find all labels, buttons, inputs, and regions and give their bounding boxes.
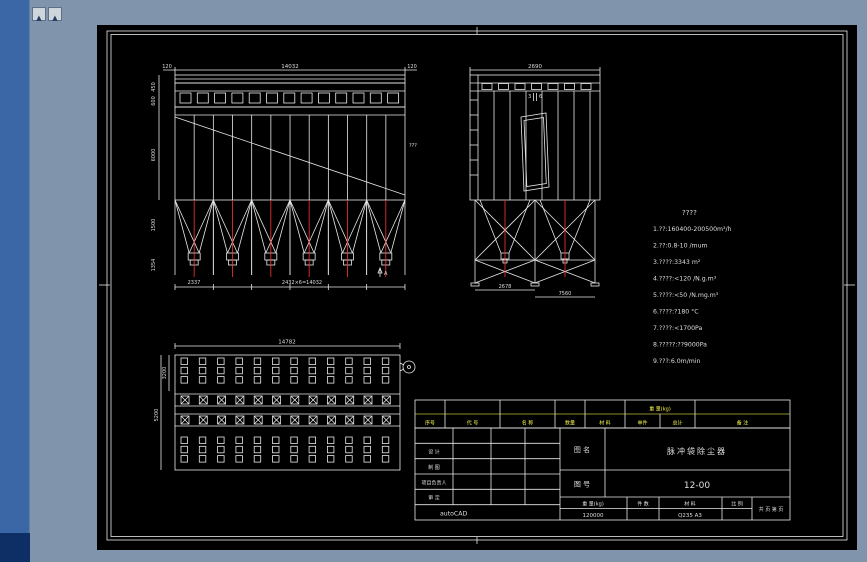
valve-grid-bottom bbox=[180, 436, 390, 463]
dim-label: 5200 bbox=[154, 409, 160, 422]
manifold-strip-2 bbox=[180, 415, 391, 425]
pulse-header-row bbox=[481, 83, 592, 90]
plan-view: 14782 3200 5200 bbox=[154, 340, 416, 471]
dim-label: 6000 bbox=[151, 149, 157, 162]
bom-header: 序号 bbox=[425, 420, 435, 427]
bom-header: 备 注 bbox=[737, 420, 749, 427]
spec-line: 1.??:160400-200500m³/h bbox=[653, 226, 732, 233]
spec-line: 3.????:3343 m² bbox=[653, 259, 701, 266]
spec-line: 7.????:<1700Pa bbox=[653, 325, 703, 332]
dim-label: 2432×6=14032 bbox=[282, 280, 322, 286]
side-elevation-view: 2690 3 6 2678 7560 bbox=[469, 64, 601, 298]
weight-value: 120000 bbox=[583, 513, 604, 519]
bom-header: 数量 bbox=[565, 420, 575, 427]
spec-notes: ???? 1.??:160400-200500m³/h 2.??:0.8-10 … bbox=[653, 209, 732, 365]
manifold-strip-1 bbox=[180, 395, 391, 405]
spec-line: 4.????:<120 /N.g.m³ bbox=[653, 276, 717, 283]
compartment-lines bbox=[193, 115, 387, 200]
app-icon-2[interactable] bbox=[48, 7, 62, 21]
title-row-label: 项目负责人 bbox=[421, 479, 446, 486]
dim-label: 2690 bbox=[528, 64, 542, 70]
drawing-canvas[interactable]: 14032 120 120 450 600 6000 1500 1354 ???… bbox=[97, 25, 857, 550]
pulse-header-row bbox=[179, 92, 400, 104]
dim-label: 14782 bbox=[278, 340, 296, 346]
dim-label: ??? bbox=[409, 143, 417, 149]
balloon-label: 6 bbox=[539, 94, 542, 100]
title-row-label: 制 图 bbox=[428, 464, 440, 471]
spec-line: 2.??:0.8-10 /mum bbox=[653, 243, 708, 250]
front-elevation-view: 14032 120 120 450 600 6000 1500 1354 ???… bbox=[151, 64, 417, 290]
triangle-icon bbox=[36, 5, 41, 24]
sheet-frame bbox=[99, 27, 855, 544]
dim-label: 3200 bbox=[162, 367, 168, 380]
balloon-label: 3 bbox=[528, 94, 531, 100]
spec-line: 6.????:?180 °C bbox=[653, 308, 699, 316]
section-marker: A bbox=[384, 271, 388, 277]
dim-label: 120 bbox=[407, 64, 417, 70]
weight-label: 重 量(kg) bbox=[582, 501, 604, 508]
scale-label: 比 例 bbox=[731, 501, 743, 508]
triangle-icon bbox=[52, 5, 57, 24]
title-row-label: 设 计 bbox=[428, 449, 440, 456]
drawing-no-label: 图 号 bbox=[574, 481, 590, 489]
title-block: 设 计 制 图 项目负责人 审 定 autoCAD 图 名 脉冲袋除尘器 图 号… bbox=[414, 427, 791, 521]
bom-table: 重 量(kg) 序号 代 号 名 称 数量 材 料 单件 总计 备 注 bbox=[414, 399, 791, 429]
spec-line: 9.???:6.0m/min bbox=[653, 358, 701, 365]
material-label: 材 料 bbox=[684, 501, 696, 508]
bom-header: 材 料 bbox=[599, 420, 611, 427]
software-label: autoCAD bbox=[440, 511, 467, 518]
drawing-no-value: 12-00 bbox=[684, 481, 710, 491]
dim-label: 120 bbox=[162, 64, 172, 70]
spec-line: 8.?????:??9000Pa bbox=[653, 342, 707, 349]
spec-line: 5.????:<50 /N.mg.m³ bbox=[653, 292, 719, 299]
dim-label: 14032 bbox=[281, 64, 299, 70]
dim-label: 2337 bbox=[188, 280, 201, 286]
valve-grid-top bbox=[180, 357, 390, 384]
material-value: Q235 A3 bbox=[678, 513, 702, 519]
drawing-name-value: 脉冲袋除尘器 bbox=[667, 446, 727, 456]
bom-header: 名 称 bbox=[522, 420, 534, 427]
dim-label: 1354 bbox=[151, 259, 157, 272]
dim-label: 450 bbox=[151, 82, 157, 92]
hopper-row bbox=[174, 199, 406, 277]
pages-label: 共 页 第 页 bbox=[759, 506, 784, 513]
compartment-lines bbox=[493, 91, 591, 200]
qty-label: 件 数 bbox=[637, 501, 649, 508]
bom-header: 总计 bbox=[672, 420, 682, 427]
spec-title: ???? bbox=[682, 209, 697, 217]
dim-label: 7560 bbox=[559, 291, 572, 297]
dim-label: 1500 bbox=[151, 219, 157, 232]
bom-header: 代 号 bbox=[467, 420, 479, 427]
drawing-name-label: 图 名 bbox=[574, 445, 590, 454]
left-toolbar-corner bbox=[0, 533, 30, 562]
dim-label: 2678 bbox=[499, 284, 512, 290]
dim-label: 600 bbox=[151, 96, 157, 106]
bom-header: 单件 bbox=[637, 420, 647, 427]
bom-span-header: 重 量(kg) bbox=[649, 406, 671, 413]
left-toolbar bbox=[0, 0, 30, 562]
title-row-label: 审 定 bbox=[428, 495, 440, 502]
app-icon-1[interactable] bbox=[32, 7, 46, 21]
